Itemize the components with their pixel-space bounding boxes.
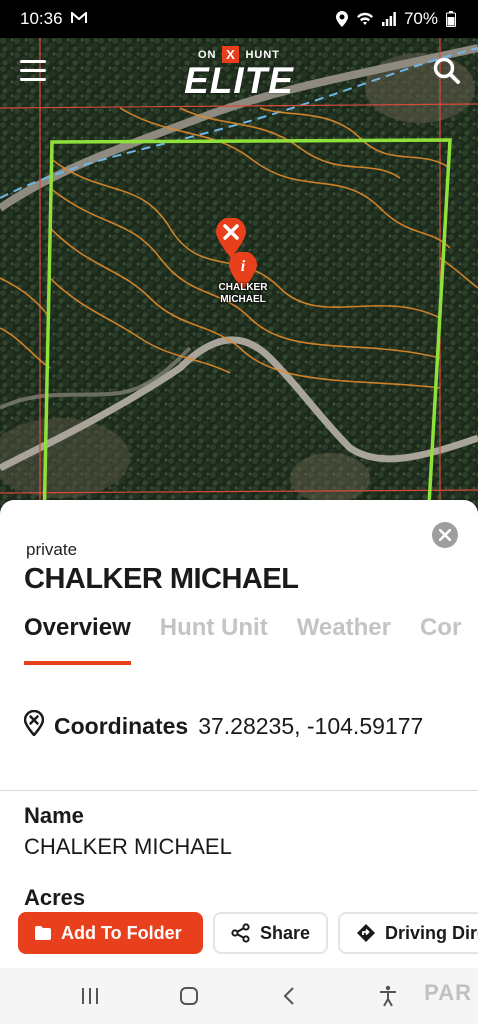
back-icon [283, 987, 294, 1005]
driving-directions-button[interactable]: Driving Dire [338, 912, 478, 954]
back-button[interactable] [269, 981, 309, 1011]
add-to-folder-button[interactable]: Add To Folder [18, 912, 203, 954]
close-sheet-button[interactable] [432, 522, 458, 548]
coordinates-label: Coordinates [54, 712, 189, 739]
share-button[interactable]: Share [213, 912, 329, 954]
svg-text:i: i [241, 258, 246, 275]
pin-label-line1: CHALKER [218, 282, 268, 293]
battery-icon [446, 11, 456, 27]
divider [0, 790, 478, 791]
brand-name: ELITE [184, 60, 294, 101]
tab-cor[interactable]: Cor [420, 613, 461, 665]
gmail-icon [70, 9, 87, 29]
owner-name: CHALKER MICHAEL [24, 563, 299, 595]
map-view[interactable]: i CHALKER MICHAEL [0, 38, 478, 518]
add-to-folder-label: Add To Folder [61, 922, 182, 943]
home-icon [180, 987, 199, 1005]
pin-label-line2: MICHAEL [220, 294, 266, 305]
accessibility-icon [380, 985, 397, 1007]
location-pin-x-icon [23, 709, 45, 742]
accessibility-button[interactable] [368, 981, 408, 1011]
status-time: 10:36 [20, 9, 63, 28]
share-icon [231, 923, 250, 943]
signal-icon [381, 12, 396, 26]
watermark: PAR [424, 980, 472, 1005]
brand-logo: ON X HUNT ELITE [0, 46, 478, 99]
coordinates-row[interactable]: Coordinates 37.28235, -104.59177 [23, 709, 424, 742]
location-icon [335, 11, 348, 27]
recent-apps-button[interactable] [70, 981, 110, 1011]
name-field-value: CHALKER MICHAEL [24, 834, 232, 859]
map-pin-label: CHALKER MICHAEL [208, 282, 278, 306]
directions-icon [357, 924, 376, 942]
action-buttons-bar: Add To Folder Share Driving Dire [0, 912, 478, 968]
brand-suffix: HUNT [245, 48, 281, 61]
close-icon [439, 529, 451, 541]
share-label: Share [260, 922, 311, 943]
status-bar: 10:36 70% [0, 0, 478, 38]
brand-prefix: ON [197, 48, 217, 61]
search-icon[interactable] [432, 56, 462, 86]
app-header: ON X HUNT ELITE [0, 38, 478, 108]
recent-apps-icon [81, 988, 98, 1004]
system-nav-bar [0, 968, 478, 1024]
wifi-icon [356, 12, 374, 26]
tab-hunt-unit[interactable]: Hunt Unit [160, 613, 268, 665]
battery-percent: 70% [403, 9, 438, 28]
owner-type: private [26, 540, 78, 559]
name-field-label: Name [24, 803, 84, 828]
tab-weather[interactable]: Weather [297, 613, 391, 665]
folder-icon [35, 926, 51, 940]
coordinates-value: 37.28235, -104.59177 [198, 712, 424, 739]
driving-directions-label: Driving Dire [385, 922, 478, 943]
tab-overview[interactable]: Overview [24, 613, 131, 665]
acres-field-label: Acres [24, 885, 86, 910]
home-button[interactable] [169, 981, 209, 1011]
detail-tabs: Overview Hunt Unit Weather Cor [24, 613, 478, 665]
parcel-details-sheet: private CHALKER MICHAEL Overview Hunt Un… [0, 500, 478, 970]
